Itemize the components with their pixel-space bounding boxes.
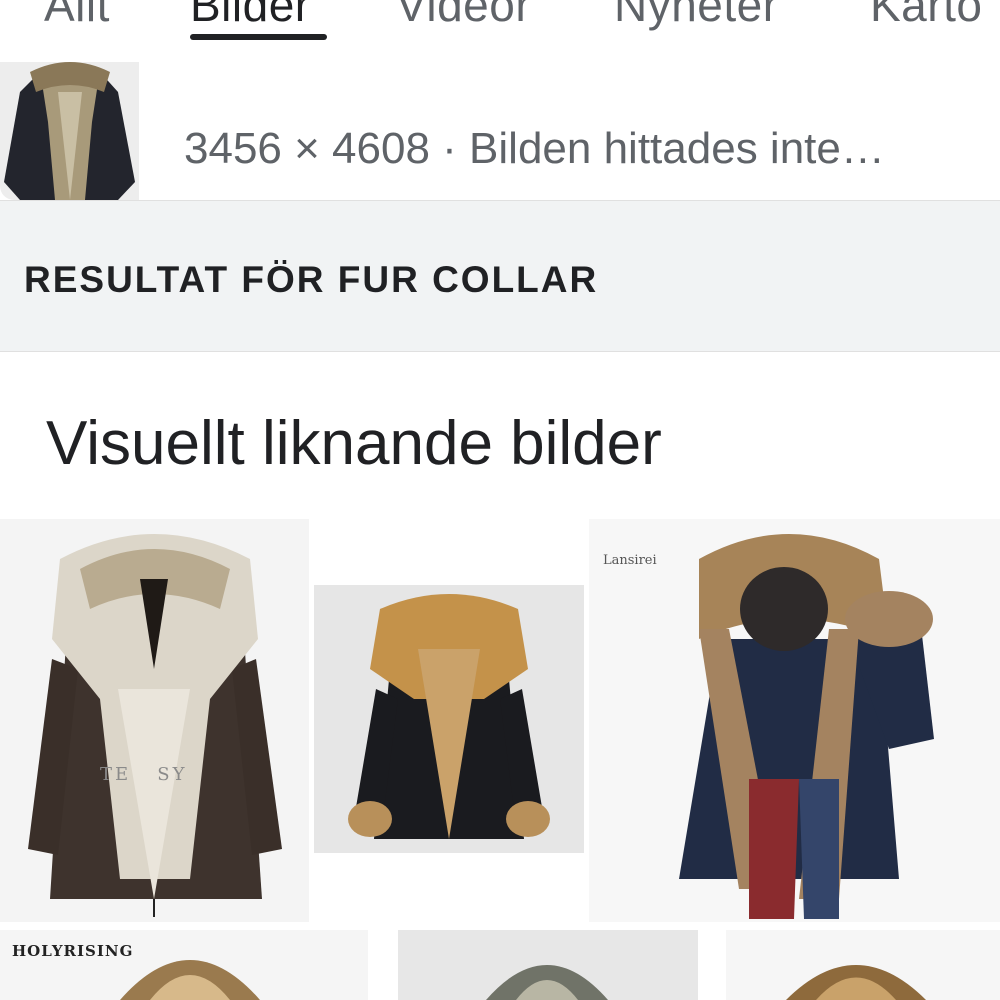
tab-images[interactable]: Bilder [190, 0, 311, 32]
similar-image-6[interactable] [726, 930, 1000, 1000]
image-dimensions: 3456 × 4608 [184, 124, 430, 173]
page: Allt Bilder Videor Nyheter Karto 3456 × … [0, 0, 1000, 1000]
similar-image-1[interactable]: TE SY [0, 519, 309, 922]
image-status: Bilden hittades inte… [469, 124, 885, 173]
watermark-text: TE SY [100, 764, 188, 785]
source-image-row[interactable]: 3456 × 4608 · Bilden hittades inte… [0, 62, 1000, 201]
results-header: RESULTAT FÖR FUR COLLAR [0, 201, 1000, 352]
tab-videos[interactable]: Videor [396, 0, 531, 32]
source-image-thumbnail[interactable] [0, 62, 139, 200]
search-tabs: Allt Bilder Videor Nyheter Karto [0, 0, 1000, 63]
active-tab-indicator [190, 34, 327, 40]
tile-4-caption: HOLYRISING [12, 942, 134, 960]
tab-maps[interactable]: Karto [870, 0, 982, 32]
image-info-text: 3456 × 4608 · Bilden hittades inte… [184, 124, 885, 174]
similar-images-title: Visuellt liknande bilder [46, 409, 662, 478]
tab-all[interactable]: Allt [44, 0, 110, 32]
info-separator: · [442, 124, 457, 173]
similar-image-4[interactable]: HOLYRISING [0, 930, 368, 1000]
similar-image-5[interactable] [376, 930, 718, 1000]
similar-image-3[interactable]: Lansirei [589, 519, 1000, 922]
similar-image-2[interactable] [314, 519, 584, 922]
results-label[interactable]: RESULTAT FÖR FUR COLLAR [24, 259, 598, 301]
tab-news[interactable]: Nyheter [614, 0, 779, 32]
tile-3-caption: Lansirei [603, 553, 657, 568]
